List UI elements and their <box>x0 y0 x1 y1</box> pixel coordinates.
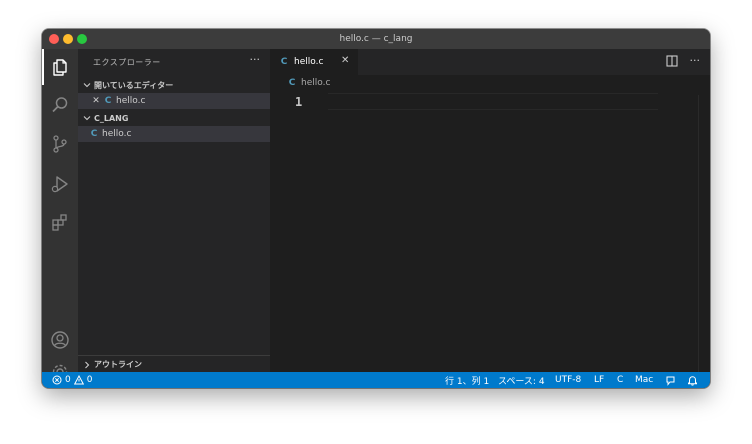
account-icon <box>51 331 69 349</box>
editor-area: C hello.c ✕ ··· C hello.c 1 <box>270 49 710 372</box>
chevron-right-icon <box>80 361 94 369</box>
source-control-button[interactable] <box>42 126 78 162</box>
indentation-status[interactable]: スペース: 4 <box>498 372 545 388</box>
c-file-icon: C <box>280 57 288 67</box>
chevron-down-icon <box>80 81 94 89</box>
close-editor-icon[interactable]: ✕ <box>90 96 102 106</box>
current-line-highlight <box>328 93 658 110</box>
platform-status[interactable]: Mac <box>635 372 653 388</box>
run-debug-button[interactable] <box>42 166 78 202</box>
warning-count: 0 <box>86 375 93 385</box>
status-bar: 0 0 行 1、列 1 スペース: 4 UTF-8 LF C Mac <box>42 372 710 388</box>
outline-section-header[interactable]: アウトライン <box>78 355 270 373</box>
account-button[interactable] <box>42 322 78 358</box>
open-editors-section-header[interactable]: 開いているエディター <box>78 77 270 93</box>
line-number: 1 <box>295 95 303 109</box>
extensions-button[interactable] <box>42 204 78 240</box>
tab-hello-c[interactable]: C hello.c ✕ <box>270 49 358 75</box>
bell-icon <box>688 375 697 386</box>
explorer-sidebar: エクスプローラー ··· 開いているエディター ✕ C hello.c C_LA… <box>78 49 270 372</box>
breadcrumb-filename: hello.c <box>301 78 331 88</box>
close-tab-icon[interactable]: ✕ <box>341 55 349 66</box>
vscode-window: hello.c — c_lang エクスプローラー ··· 開いているエディター… <box>42 29 710 388</box>
vertical-scrollbar[interactable] <box>698 95 699 372</box>
run-debug-icon <box>51 176 68 193</box>
maximize-window-button[interactable] <box>77 34 87 44</box>
minimize-window-button[interactable] <box>63 34 73 44</box>
split-editor-icon[interactable] <box>665 54 678 67</box>
tab-bar: C hello.c ✕ ··· <box>270 49 710 75</box>
explorer-title: エクスプローラー <box>93 58 161 67</box>
explorer-header: エクスプローラー ··· <box>78 49 270 74</box>
file-tree-item[interactable]: C hello.c <box>78 126 270 142</box>
open-editor-item[interactable]: ✕ C hello.c <box>78 93 270 109</box>
close-window-button[interactable] <box>49 34 59 44</box>
language-mode[interactable]: C <box>617 372 623 388</box>
encoding-status[interactable]: UTF-8 <box>555 372 581 388</box>
notifications-button[interactable] <box>687 372 698 388</box>
feedback-button[interactable] <box>665 372 676 388</box>
window-title: hello.c — c_lang <box>339 34 413 44</box>
folder-section-header[interactable]: C_LANG <box>78 110 270 126</box>
file-tree-filename: hello.c <box>102 129 132 139</box>
explorer-button[interactable] <box>42 49 78 85</box>
warning-icon <box>73 375 84 385</box>
source-control-icon <box>53 135 67 153</box>
activity-bar <box>42 49 78 380</box>
open-editors-label: 開いているエディター <box>94 80 174 90</box>
title-bar: hello.c — c_lang <box>42 29 710 49</box>
folder-label: C_LANG <box>94 113 129 123</box>
outline-label: アウトライン <box>94 360 142 369</box>
error-icon <box>52 375 62 385</box>
open-editor-filename: hello.c <box>116 96 146 106</box>
cursor-position[interactable]: 行 1、列 1 <box>445 372 489 388</box>
c-file-icon: C <box>288 78 296 88</box>
problems-status[interactable]: 0 0 <box>52 372 92 388</box>
breadcrumb[interactable]: C hello.c <box>286 78 331 88</box>
search-icon <box>52 97 68 113</box>
tab-label: hello.c <box>294 57 324 67</box>
editor-more-actions-button[interactable]: ··· <box>690 54 701 67</box>
c-file-icon: C <box>90 129 98 139</box>
feedback-icon <box>666 376 675 386</box>
editor-actions: ··· <box>665 54 701 67</box>
more-actions-button[interactable]: ··· <box>250 53 261 66</box>
eol-status[interactable]: LF <box>594 372 604 388</box>
extensions-icon <box>52 214 67 231</box>
c-file-icon: C <box>104 96 112 106</box>
error-count: 0 <box>65 375 71 385</box>
chevron-down-icon <box>80 114 94 122</box>
files-icon <box>53 59 67 76</box>
search-button[interactable] <box>42 87 78 123</box>
